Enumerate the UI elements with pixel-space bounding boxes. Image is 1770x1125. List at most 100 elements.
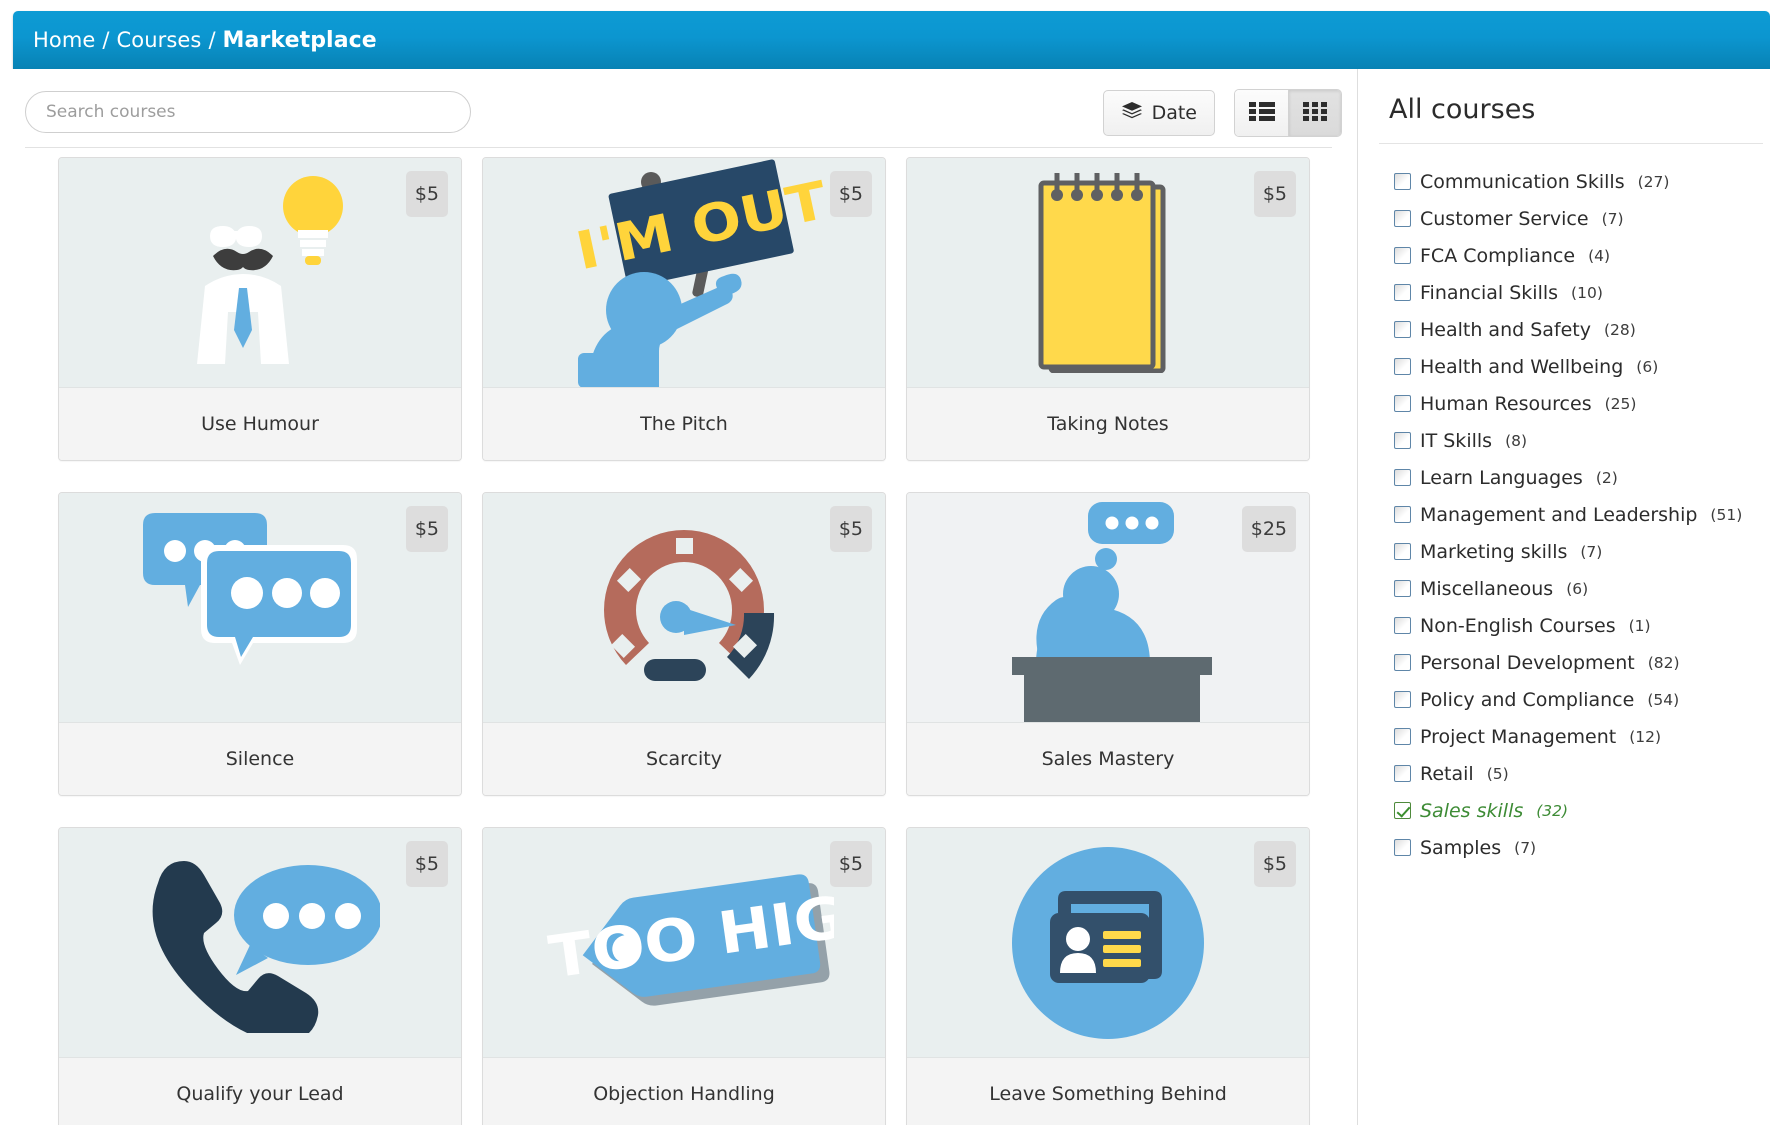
grid-view-button[interactable]: [1288, 90, 1341, 136]
category-filter-item[interactable]: Non-English Courses (1): [1394, 607, 1770, 644]
checkbox-icon[interactable]: [1394, 580, 1411, 597]
toolbar-controls: Date: [1102, 89, 1342, 137]
category-filter-item[interactable]: Financial Skills (10): [1394, 274, 1770, 311]
facet-sidebar: All courses Communication Skills (27) Cu…: [1358, 69, 1770, 1125]
course-card[interactable]: $5 I'M OUT The Pitch: [482, 157, 886, 461]
category-filter-item[interactable]: Customer Service (7): [1394, 200, 1770, 237]
checkbox-icon[interactable]: [1394, 358, 1411, 375]
checkbox-icon[interactable]: [1394, 432, 1411, 449]
price-badge: $5: [405, 506, 448, 552]
person-at-desk-thinking-icon: [978, 494, 1238, 722]
category-filter-item[interactable]: Marketing skills (7): [1394, 533, 1770, 570]
category-filter-item[interactable]: Policy and Compliance (54): [1394, 681, 1770, 718]
checkbox-icon[interactable]: [1394, 728, 1411, 745]
list-view-button[interactable]: [1235, 90, 1288, 136]
category-label: Non-English Courses: [1420, 614, 1616, 637]
category-filter-item[interactable]: Retail (5): [1394, 755, 1770, 792]
category-filter-item[interactable]: Personal Development (82): [1394, 644, 1770, 681]
category-filter-item[interactable]: Learn Languages (2): [1394, 459, 1770, 496]
id-business-card-icon: [1008, 843, 1208, 1043]
checkbox-icon[interactable]: [1394, 210, 1411, 227]
checkbox-icon[interactable]: [1394, 506, 1411, 523]
courses-toolbar: Date: [0, 69, 1357, 147]
course-thumbnail: $5: [59, 828, 461, 1058]
course-title: Leave Something Behind: [907, 1058, 1309, 1125]
speedometer-gauge-icon: [584, 520, 784, 695]
course-title: Silence: [59, 723, 461, 795]
category-filter-item-selected[interactable]: Sales skills (32): [1394, 792, 1770, 829]
category-filter-item[interactable]: IT Skills (8): [1394, 422, 1770, 459]
checkbox-icon[interactable]: [1394, 284, 1411, 301]
category-count: (7): [1601, 209, 1624, 228]
breadcrumb-separator: /: [102, 28, 110, 52]
breadcrumb: Home / Courses / Marketplace: [13, 11, 1770, 69]
course-thumbnail: $5: [59, 493, 461, 723]
checkbox-icon[interactable]: [1394, 617, 1411, 634]
category-label: Communication Skills: [1420, 170, 1625, 193]
category-count: (54): [1647, 690, 1680, 709]
course-card[interactable]: $5: [906, 827, 1310, 1125]
list-view-icon: [1248, 101, 1275, 125]
course-card: $5 Taking Notes: [906, 157, 1310, 461]
course-card[interactable]: $5 Qualify your Lead: [58, 827, 462, 1125]
category-filter-item[interactable]: Samples (7): [1394, 829, 1770, 866]
checkbox-icon[interactable]: [1394, 247, 1411, 264]
category-filter-item[interactable]: Management and Leadership (51): [1394, 496, 1770, 533]
course-thumbnail: $5: [59, 158, 461, 388]
category-label: Financial Skills: [1420, 281, 1559, 304]
checkbox-icon[interactable]: [1394, 654, 1411, 671]
search-input[interactable]: [25, 91, 471, 133]
course-card[interactable]: $5 Silence: [58, 492, 462, 796]
category-label: Personal Development: [1420, 651, 1635, 674]
checkbox-icon[interactable]: [1394, 839, 1411, 856]
course-card[interactable]: $5: [58, 157, 462, 461]
course-thumbnail: $5: [907, 828, 1309, 1058]
category-filter-item[interactable]: FCA Compliance (4): [1394, 237, 1770, 274]
category-count: (1): [1628, 616, 1651, 635]
course-thumbnail: $5 I'M OUT: [483, 158, 885, 388]
category-filter-item[interactable]: Health and Wellbeing (6): [1394, 348, 1770, 385]
mustache-man-lightbulb-icon: [135, 168, 385, 378]
checkbox-icon[interactable]: [1394, 691, 1411, 708]
category-filter-item[interactable]: Health and Safety (28): [1394, 311, 1770, 348]
category-label: Policy and Compliance: [1420, 688, 1635, 711]
protest-sign-im-out-icon: I'M OUT: [534, 158, 834, 387]
checkbox-icon[interactable]: [1394, 321, 1411, 338]
category-count: (8): [1505, 431, 1528, 450]
course-card[interactable]: $25 Sales Mastery: [906, 492, 1310, 796]
checkbox-icon[interactable]: [1394, 395, 1411, 412]
price-badge: $5: [829, 506, 872, 552]
price-badge: $5: [829, 171, 872, 217]
checkbox-icon[interactable]: [1394, 765, 1411, 782]
course-card[interactable]: $5 TOO HIGH Objection Handling: [482, 827, 886, 1125]
breadcrumb-courses[interactable]: Courses: [117, 28, 202, 52]
category-filter-item[interactable]: Communication Skills (27): [1394, 163, 1770, 200]
category-label: Samples: [1420, 836, 1502, 859]
breadcrumb-separator: /: [208, 28, 216, 52]
category-count: (12): [1629, 727, 1662, 746]
category-count: (82): [1647, 653, 1680, 672]
breadcrumb-home[interactable]: Home: [33, 28, 95, 52]
view-mode-group: [1234, 89, 1342, 137]
category-count: (7): [1580, 542, 1603, 561]
checkbox-icon[interactable]: [1394, 469, 1411, 486]
category-count: (4): [1588, 246, 1611, 265]
sort-by-date-button[interactable]: Date: [1102, 90, 1215, 136]
price-badge: $5: [405, 171, 448, 217]
category-count: (10): [1571, 283, 1603, 302]
course-grid: $5 Use Humour $5 I'M OUT The Pitch $5 Ta…: [0, 157, 1357, 1125]
category-filter-item[interactable]: Project Management (12): [1394, 718, 1770, 755]
yellow-notepad-icon: [1023, 172, 1193, 373]
category-label: Health and Safety: [1420, 318, 1591, 341]
category-filter-item[interactable]: Human Resources (25): [1394, 385, 1770, 422]
course-card[interactable]: $5: [482, 492, 886, 796]
checkbox-checked-icon[interactable]: [1394, 802, 1411, 819]
category-filter-item[interactable]: Miscellaneous (6): [1394, 570, 1770, 607]
category-label: Marketing skills: [1420, 540, 1568, 563]
course-thumbnail: $5 TOO HIGH: [483, 828, 885, 1058]
course-title: Objection Handling: [483, 1058, 885, 1125]
price-badge: $5: [405, 841, 448, 887]
course-title: Qualify your Lead: [59, 1058, 461, 1125]
checkbox-icon[interactable]: [1394, 173, 1411, 190]
checkbox-icon[interactable]: [1394, 543, 1411, 560]
